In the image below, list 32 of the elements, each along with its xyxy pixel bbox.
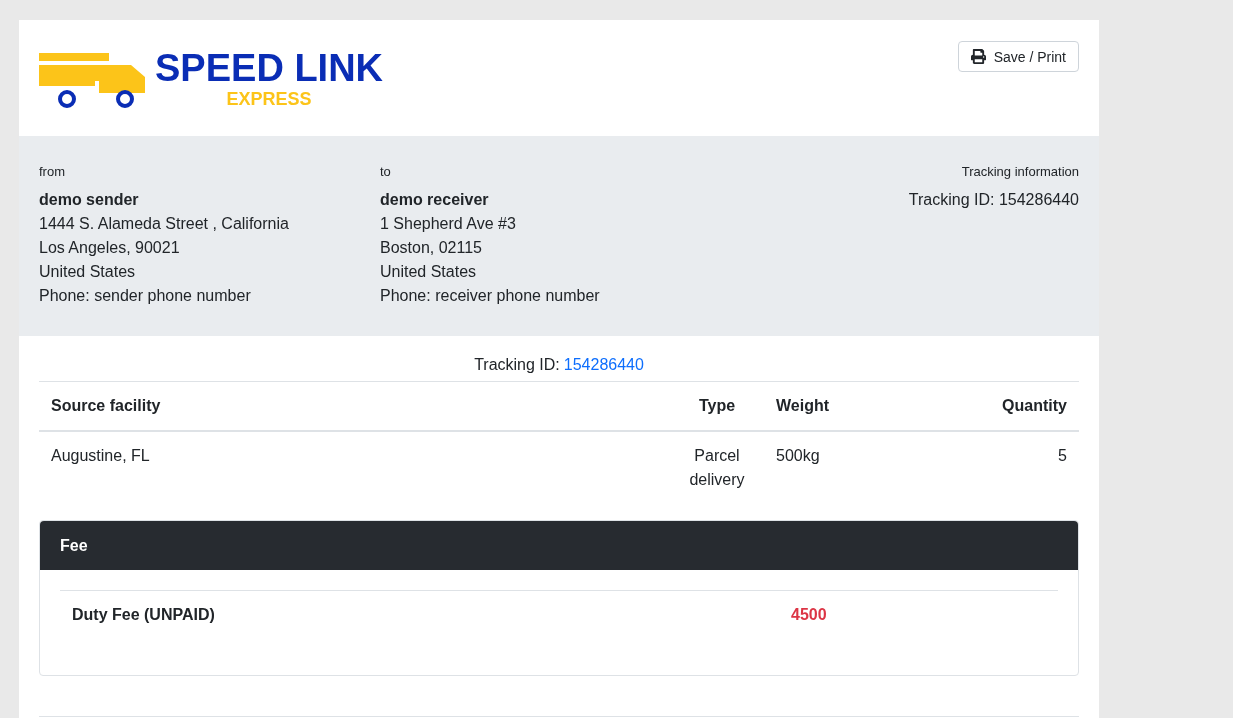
address-line: Phone: receiver phone number xyxy=(380,286,601,306)
column-header: Quantity xyxy=(1001,396,1068,416)
address-line: 1 Shepherd Ave #3 xyxy=(380,214,517,234)
table-cell-text: 5 xyxy=(1057,446,1068,466)
logo-title: SPEED LINK xyxy=(155,47,384,89)
column-header: Type xyxy=(697,396,737,416)
tracking-label: Tracking ID: xyxy=(474,355,560,375)
tracking-info-text: Tracking ID: 154286440 xyxy=(908,190,1079,210)
fee-title: Fee xyxy=(60,535,88,556)
printer-icon xyxy=(970,49,986,64)
address-line: United States xyxy=(380,262,478,282)
table-cell-text: 500kg xyxy=(775,446,821,466)
tracking-id-link[interactable]: 154286440 xyxy=(563,353,644,377)
address-line: Boston, 02115 xyxy=(380,238,483,258)
address-line: Phone: sender phone number xyxy=(39,286,252,306)
table-cell-text: Parcel delivery xyxy=(688,446,746,490)
logo-subtitle: EXPRESS xyxy=(226,89,312,109)
column-header: Weight xyxy=(775,396,831,416)
address-label: Tracking information xyxy=(961,163,1079,181)
fee-label: Duty Fee (UNPAID) xyxy=(72,605,216,625)
truck-logo-icon xyxy=(39,53,147,111)
save-print-button[interactable]: Save / Print xyxy=(957,41,1079,72)
address-label: from xyxy=(39,163,66,181)
address-name: demo sender xyxy=(39,190,140,210)
address-label: to xyxy=(380,163,392,181)
fee-amount: 4500 xyxy=(791,605,828,625)
address-line: United States xyxy=(39,262,137,282)
address-line: Los Angeles, 90021 xyxy=(39,238,181,258)
column-header: Source facility xyxy=(50,396,162,416)
table-cell-text: Augustine, FL xyxy=(50,446,151,466)
address-line: 1444 S. Alameda Street , California xyxy=(39,214,290,234)
address-name: demo receiver xyxy=(380,190,490,210)
